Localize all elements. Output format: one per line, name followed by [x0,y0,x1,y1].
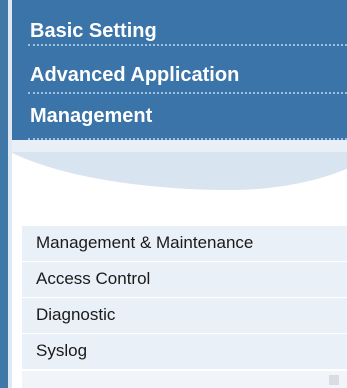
submenu-item-diagnostic[interactable]: Diagnostic [22,298,347,333]
nav-item-management[interactable]: Management [12,96,347,140]
nav-item-label: Basic Setting [30,20,157,42]
submenu-item-label: Diagnostic [36,305,116,324]
submenu-item-label: Syslog [36,341,88,360]
main-navigation: Basic Setting Advanced Application Manag… [12,0,347,140]
scroll-corner-icon [329,375,339,385]
submenu-item-access-control[interactable]: Access Control [22,262,347,297]
submenu-item-label: Management & Maintenance [36,233,254,252]
left-border [0,0,8,388]
submenu-item-syslog[interactable]: Syslog [22,334,347,369]
nav-item-basic-setting[interactable]: Basic Setting [12,0,347,46]
submenu-item-management-maintenance[interactable]: Management & Maintenance [22,226,347,261]
nav-divider [28,92,347,94]
nav-item-label: Management [30,105,153,127]
nav-item-label: Advanced Application [30,64,240,86]
swoosh-top [12,140,347,152]
footer-strip [22,371,347,388]
decorative-swoosh [12,140,347,192]
router-admin-menu: Basic Setting Advanced Application Manag… [0,0,347,388]
management-submenu: Management & Maintenance Access Control … [22,226,347,370]
submenu-item-label: Access Control [36,269,151,288]
nav-item-advanced-application[interactable]: Advanced Application [12,48,347,94]
nav-divider [28,44,347,46]
